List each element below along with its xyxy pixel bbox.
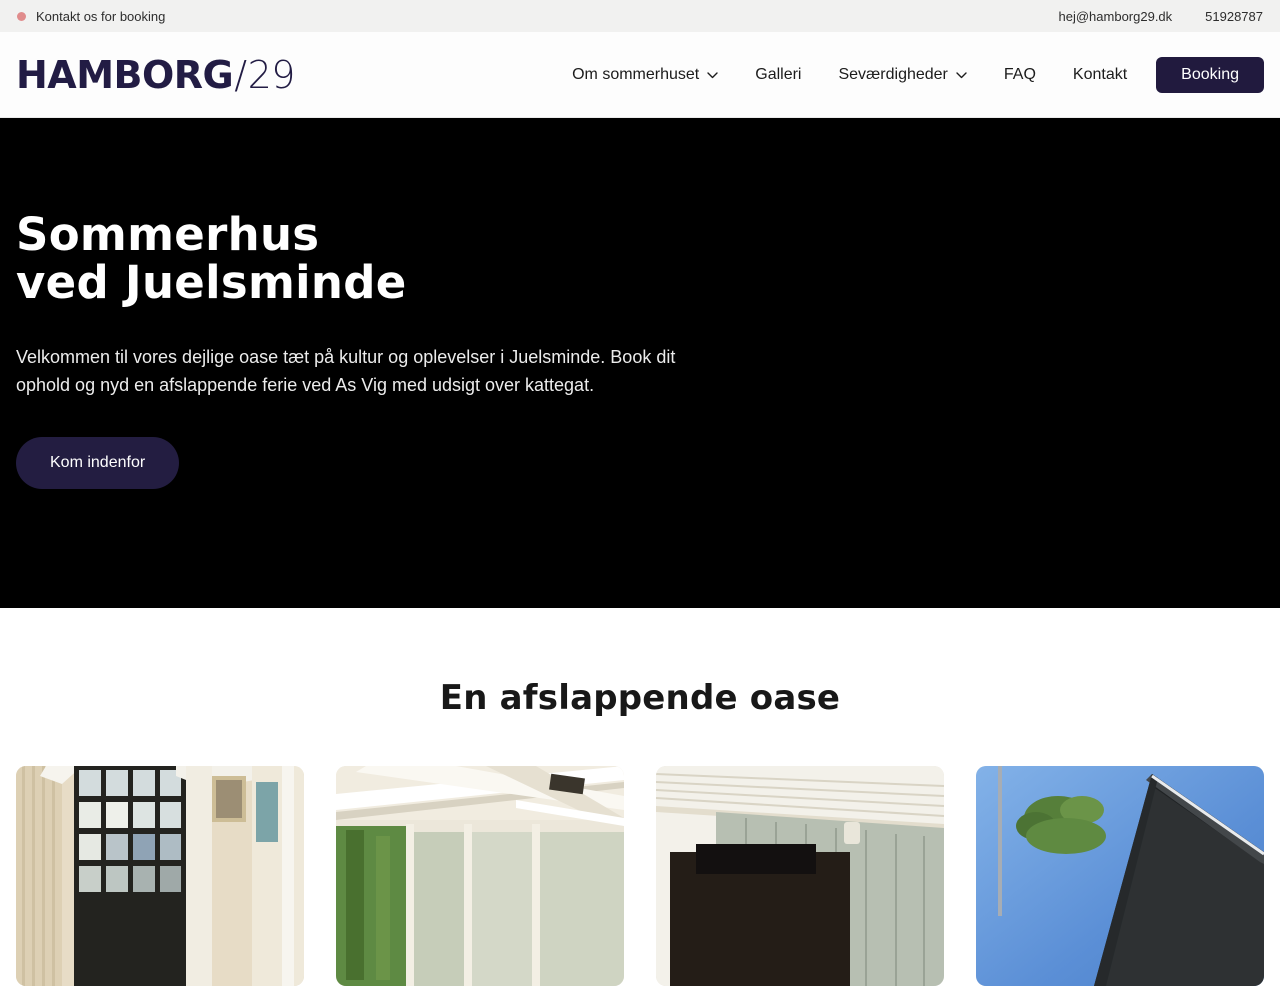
booking-button[interactable]: Booking — [1156, 56, 1264, 93]
photo-sunroom-ceiling — [336, 766, 624, 986]
hero-title-line1: Sommerhus — [16, 208, 320, 261]
top-info-bar: Kontakt os for booking hej@hamborg29.dk … — [0, 0, 1280, 32]
gallery-image-house-exterior[interactable] — [976, 766, 1264, 986]
photo-slatted-ceiling — [656, 766, 944, 986]
oasis-heading: En afslappende oase — [439, 678, 841, 718]
nav-item-galleri[interactable]: Galleri — [755, 66, 801, 84]
hero-section: Sommerhus ved Juelsminde Velkommen til v… — [0, 118, 1280, 608]
logo-wordmark: HAMBORG — [16, 52, 234, 97]
chevron-down-icon — [956, 72, 967, 79]
oasis-section: En afslappende oase — [0, 678, 1280, 986]
nav-item-label: Seværdigheder — [838, 65, 948, 83]
gallery-row — [0, 766, 1280, 986]
hero-title: Sommerhus ved Juelsminde — [16, 118, 1264, 307]
nav-item-om-sommerhuset[interactable]: Om sommerhuset — [572, 66, 718, 84]
site-header: HAMBORG / 29 Om sommerhuset Galleri Sevæ… — [0, 32, 1280, 118]
nav-item-label: Om sommerhuset — [572, 65, 700, 83]
nav-item-sevaerdigheder[interactable]: Seværdigheder — [838, 65, 967, 84]
photo-house-exterior — [976, 766, 1264, 986]
nav-item-label: FAQ — [1003, 65, 1036, 83]
gallery-image-interior-grid-window[interactable] — [16, 766, 304, 986]
hero-title-line2: ved Juelsminde — [16, 256, 407, 310]
nav-item-faq[interactable]: FAQ — [1004, 66, 1036, 84]
chevron-down-icon — [707, 72, 718, 79]
logo-number: 29 — [247, 52, 296, 97]
topbar-contacts: hej@hamborg29.dk 51928787 — [1059, 9, 1264, 24]
topbar-message: Kontakt os for booking — [36, 8, 166, 24]
email-link[interactable]: hej@hamborg29.dk — [1059, 9, 1173, 24]
photo-interior-grid-window — [16, 766, 304, 986]
gallery-image-slatted-ceiling[interactable] — [656, 766, 944, 986]
nav-item-label: Galleri — [755, 65, 802, 83]
main-nav: Om sommerhuset Galleri Seværdigheder FAQ… — [572, 56, 1264, 93]
hero-paragraph: Velkommen til vores dejlige oase tæt på … — [16, 347, 676, 396]
nav-item-kontakt[interactable]: Kontakt — [1073, 66, 1127, 84]
booking-contact-note: Kontakt os for booking — [17, 9, 165, 24]
logo[interactable]: HAMBORG / 29 — [16, 56, 295, 94]
nav-item-label: Kontakt — [1072, 65, 1128, 83]
booking-status-dot-icon — [17, 11, 26, 21]
kom-indenfor-button[interactable]: Kom indenfor — [16, 437, 180, 490]
logo-slash: / — [234, 52, 247, 97]
gallery-image-sunroom-ceiling[interactable] — [336, 766, 624, 986]
phone-link[interactable]: 51928787 — [1205, 9, 1263, 24]
